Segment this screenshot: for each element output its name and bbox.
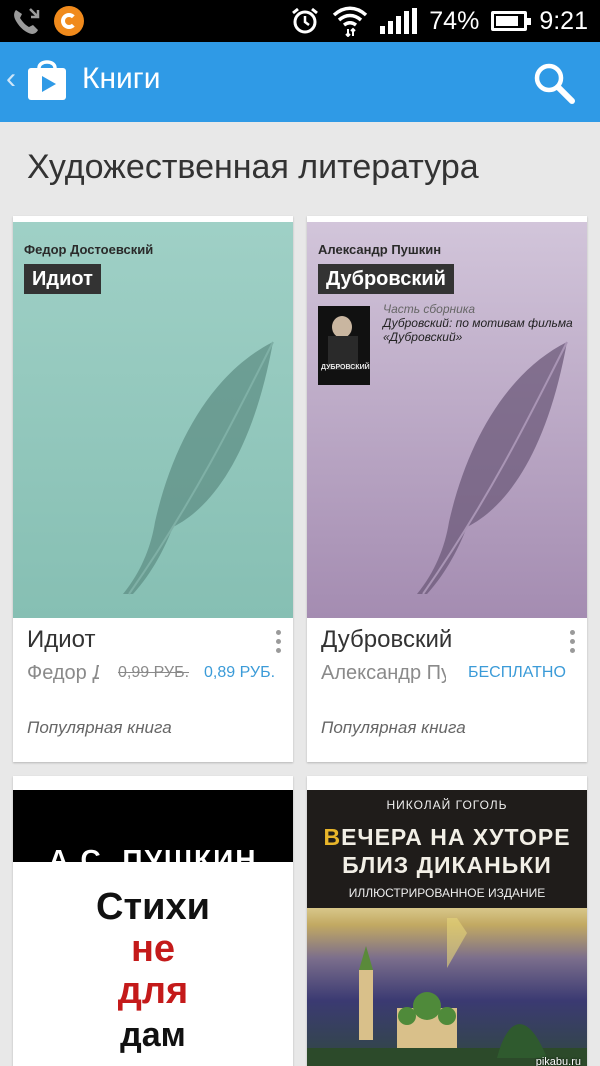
clock: 9:21 bbox=[539, 6, 588, 35]
book-cover[interactable]: А.С. ПУШКИН Стихи не для дам bbox=[13, 790, 293, 1066]
cover-illustration: pikabu.ru bbox=[307, 908, 587, 1066]
cover-title-line: БЛИЗ ДИКАНЬКИ bbox=[342, 852, 552, 878]
old-price: 0,99 РУБ. bbox=[118, 664, 190, 681]
cover-author: Александр Пушкин bbox=[318, 242, 442, 257]
search-icon[interactable] bbox=[530, 60, 578, 106]
price-button[interactable]: БЕСПЛАТНО bbox=[468, 664, 566, 682]
part-of-label: Часть сборника bbox=[383, 302, 476, 316]
cover-title-line: не bbox=[130, 928, 176, 970]
book-title[interactable]: Дубровский bbox=[321, 626, 452, 654]
battery-icon bbox=[491, 11, 532, 31]
book-title[interactable]: Идиот bbox=[27, 626, 95, 654]
overflow-menu-icon[interactable] bbox=[273, 630, 283, 656]
church-illustration bbox=[307, 918, 587, 1066]
feather-icon bbox=[417, 341, 568, 595]
cover-subtitle: ИЛЛЮСТРИРОВАННОЕ ИЗДАНИЕ bbox=[348, 886, 546, 900]
cover-title-line: ВЕЧЕРА НА ХУТОРЕ bbox=[307, 824, 587, 851]
book-author: Александр Пушкин bbox=[321, 662, 446, 684]
play-store-icon[interactable] bbox=[26, 56, 68, 102]
collection-cover-text: ДУБРОВСКИЙ bbox=[321, 364, 370, 371]
section-title: Художественная литература bbox=[27, 148, 479, 186]
cover-initial: В bbox=[323, 824, 342, 850]
book-card-pushkin-poems[interactable]: А.С. ПУШКИН Стихи не для дам bbox=[13, 776, 293, 1066]
book-cover[interactable]: НИКОЛАЙ ГОГОЛЬ ВЕЧЕРА НА ХУТОРЕ БЛИЗ ДИК… bbox=[307, 790, 587, 1066]
status-bar: 74% 9:21 bbox=[0, 0, 600, 42]
collection-cover-thumbnail[interactable]: ДУБРОВСКИЙ bbox=[318, 306, 370, 385]
action-bar: ‹ Книги bbox=[0, 42, 600, 122]
book-cover[interactable]: Федор Достоевский Идиот bbox=[13, 222, 293, 618]
cover-title-rest: ЕЧЕРА НА ХУТОРЕ bbox=[341, 824, 571, 850]
app-notification-icon bbox=[54, 6, 84, 36]
action-bar-title: Книги bbox=[82, 62, 161, 95]
notification-icons bbox=[10, 6, 84, 36]
book-card-idiot[interactable]: Федор Достоевский Идиот Идиот Федор Дост… bbox=[13, 216, 293, 762]
book-card-gogol[interactable]: НИКОЛАЙ ГОГОЛЬ ВЕЧЕРА НА ХУТОРЕ БЛИЗ ДИК… bbox=[307, 776, 587, 1066]
cover-title-line: для bbox=[117, 970, 189, 1012]
cover-author: Федор Достоевский bbox=[24, 242, 154, 257]
feather-icon bbox=[123, 341, 274, 595]
watermark: pikabu.ru bbox=[535, 1056, 581, 1066]
cover-title: Идиот bbox=[24, 264, 101, 294]
cover-title-line: Стихи bbox=[96, 886, 210, 928]
missed-call-icon bbox=[14, 8, 40, 34]
cover-author: НИКОЛАЙ ГОГОЛЬ bbox=[386, 798, 508, 812]
book-tag: Популярная книга bbox=[27, 718, 172, 737]
overflow-menu-icon[interactable] bbox=[567, 630, 577, 656]
book-cover[interactable]: Александр Пушкин Дубровский ДУБРОВСКИЙ Ч… bbox=[307, 222, 587, 618]
book-tag: Популярная книга bbox=[321, 718, 466, 737]
cover-header-band: А.С. ПУШКИН bbox=[13, 790, 293, 862]
cover-title: Дубровский bbox=[318, 264, 454, 294]
cover-author: А.С. ПУШКИН bbox=[48, 844, 258, 862]
system-icons: 74% 9:21 bbox=[290, 4, 588, 38]
signal-strength-icon bbox=[380, 8, 418, 34]
wifi-icon bbox=[333, 6, 368, 37]
price-button[interactable]: 0,89 РУБ. bbox=[204, 664, 275, 682]
alarm-icon bbox=[292, 7, 319, 34]
book-card-dubrovsky[interactable]: Александр Пушкин Дубровский ДУБРОВСКИЙ Ч… bbox=[307, 216, 587, 762]
back-chevron-icon[interactable]: ‹ bbox=[6, 62, 16, 96]
cover-title-line: дам bbox=[120, 1016, 186, 1054]
battery-percent: 74% bbox=[429, 6, 480, 35]
book-author: Федор Достоевский bbox=[27, 662, 99, 684]
